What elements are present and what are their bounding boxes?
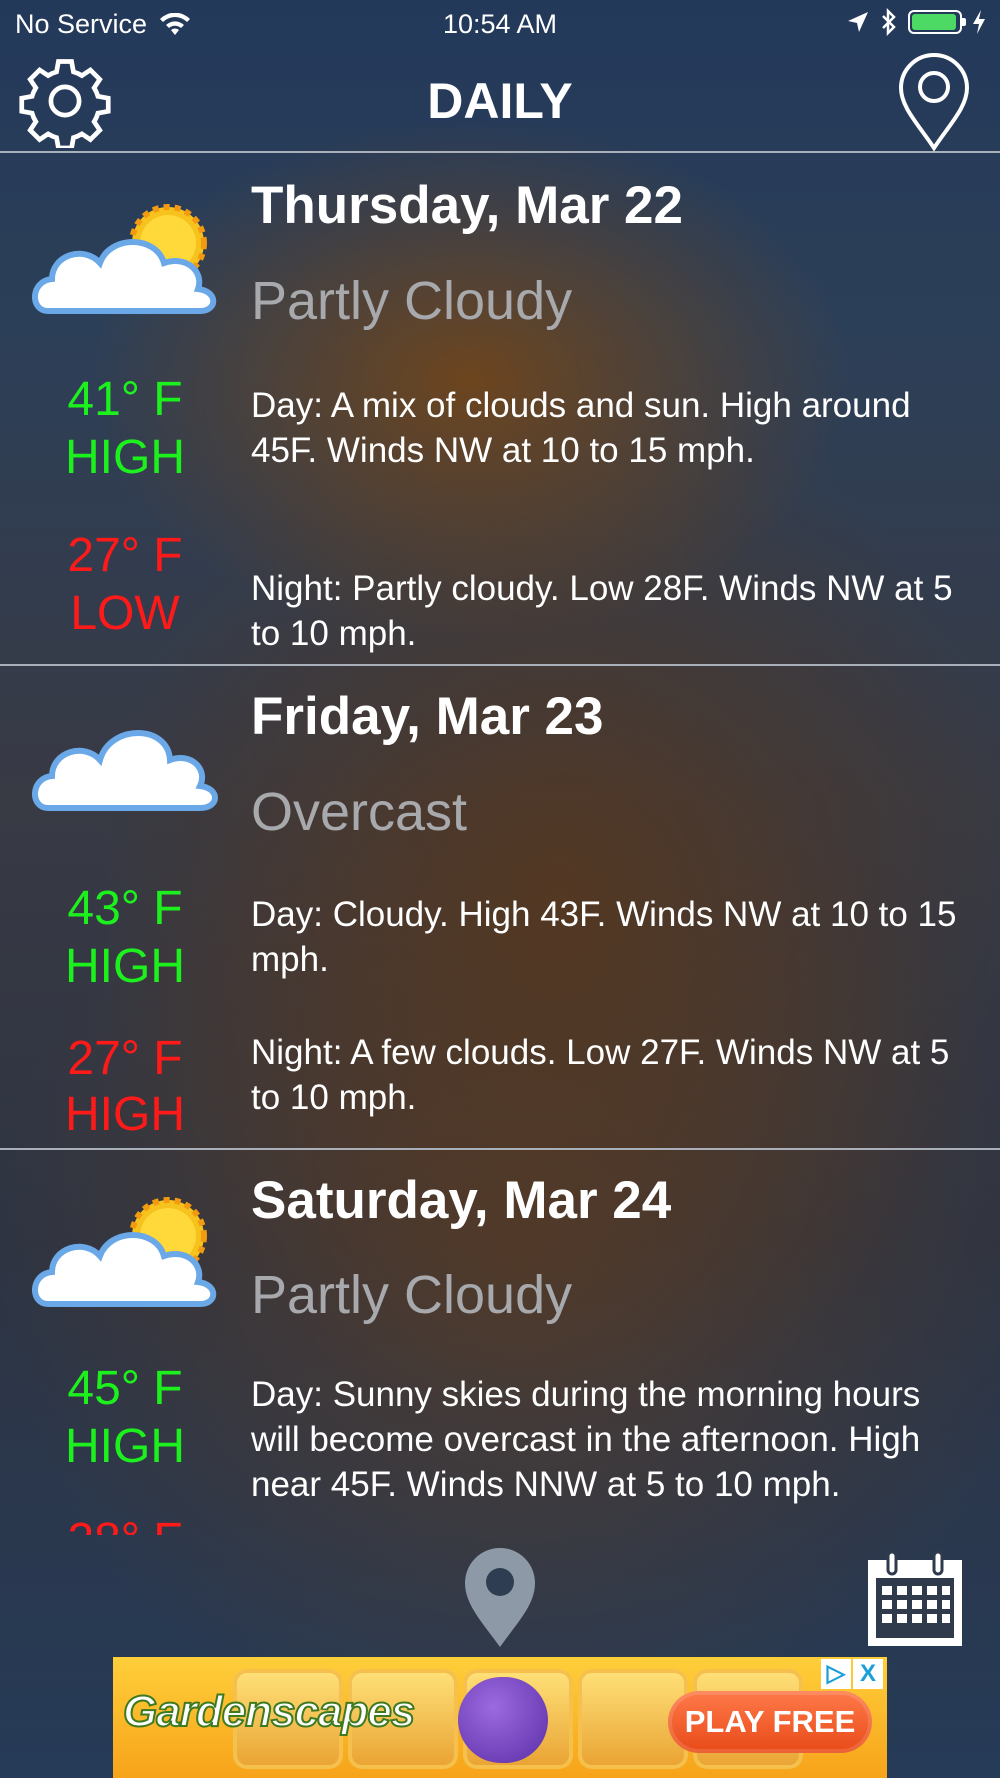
- forecast-day: Friday, Mar 23 Overcast 43° F HIGH 27° F…: [0, 666, 1000, 1150]
- forecast-date: Thursday, Mar 22: [251, 176, 683, 235]
- day-description: Day: Sunny skies during the morning hour…: [251, 1375, 921, 1504]
- low-temp: 28° F: [40, 1512, 210, 1535]
- status-right: [846, 8, 986, 36]
- ad-banner[interactable]: Gardenscapes PLAY FREE ▷ X: [113, 1657, 887, 1778]
- night-description: Night: A few clouds. Low 27F. Winds NW a…: [251, 1033, 950, 1117]
- forecast-condition: Partly Cloudy: [251, 1265, 573, 1325]
- high-temp: 45° F: [67, 1362, 183, 1415]
- high-label: HIGH: [65, 940, 185, 993]
- low-temp: 27° F: [67, 529, 183, 582]
- forecast-condition: Overcast: [251, 782, 468, 842]
- high-temp: 43° F: [67, 882, 183, 935]
- location-arrow-icon: [848, 12, 868, 32]
- ad-brand-logo: Gardenscapes: [122, 1686, 416, 1737]
- night-description: Night: Partly cloudy. Low 28F. Winds NW …: [251, 569, 953, 653]
- berry-icon: [458, 1677, 548, 1763]
- high-label: HIGH: [65, 1420, 185, 1473]
- close-icon[interactable]: X: [853, 1659, 883, 1689]
- battery-icon: [908, 10, 966, 34]
- ad-controls: ▷ X: [821, 1659, 883, 1689]
- status-bar: No Service 10:54 AM: [0, 0, 1000, 50]
- forecast-date: Friday, Mar 23: [251, 687, 604, 746]
- forecast-day: Saturday, Mar 24 Partly Cloudy 45° F HIG…: [0, 1150, 1000, 1535]
- cloudy-icon: [32, 730, 218, 811]
- calendar-icon[interactable]: [866, 1550, 964, 1648]
- bluetooth-icon: [882, 8, 896, 36]
- header: DAILY: [0, 50, 1000, 153]
- partly-cloudy-icon: [32, 204, 217, 314]
- partly-cloudy-icon: [32, 1197, 217, 1307]
- high-label: HIGH: [65, 431, 185, 484]
- forecast-date: Saturday, Mar 24: [251, 1171, 672, 1230]
- play-free-button[interactable]: PLAY FREE: [668, 1691, 872, 1753]
- high-temp: 41° F: [67, 373, 183, 426]
- low-label: LOW: [70, 587, 180, 640]
- forecast-list[interactable]: Thursday, Mar 22 Partly Cloudy 41° F HIG…: [0, 153, 1000, 1535]
- location-pin-icon[interactable]: [461, 1545, 539, 1650]
- adchoices-icon[interactable]: ▷: [821, 1659, 851, 1689]
- page-title: DAILY: [427, 73, 573, 129]
- charging-icon: [973, 10, 985, 34]
- day-description: Day: Cloudy. High 43F. Winds NW at 10 to…: [251, 895, 957, 979]
- forecast-condition: Partly Cloudy: [251, 271, 573, 331]
- location-pin-icon[interactable]: [896, 52, 972, 152]
- forecast-day: Thursday, Mar 22 Partly Cloudy 41° F HIG…: [0, 153, 1000, 666]
- day-description: Day: A mix of clouds and sun. High aroun…: [251, 386, 911, 470]
- low-temp: 27° F: [67, 1032, 183, 1085]
- low-label: HIGH: [65, 1088, 185, 1141]
